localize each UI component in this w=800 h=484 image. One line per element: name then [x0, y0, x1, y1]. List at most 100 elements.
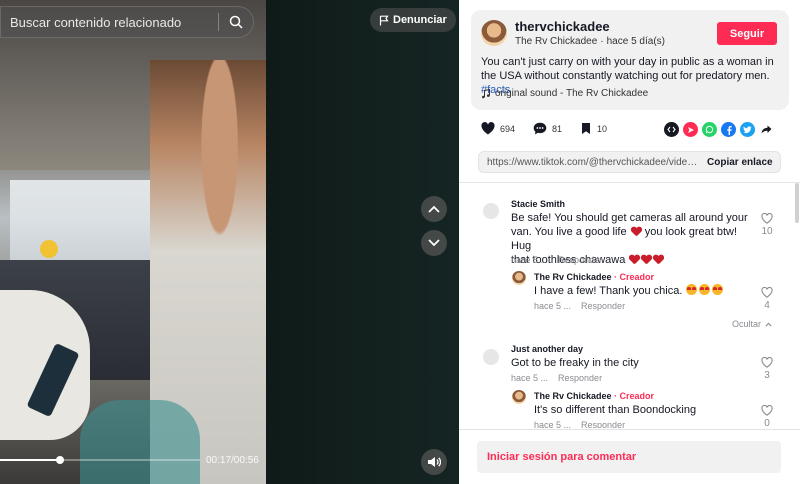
author-handle[interactable]: thervchickadee — [515, 19, 610, 34]
search-bar[interactable]: Buscar contenido relacionado — [0, 6, 254, 38]
video-time: 00:17/00:56 — [206, 455, 259, 466]
report-button[interactable]: Denunciar — [370, 8, 456, 32]
comment-text: Got to be freaky in the city — [511, 356, 751, 370]
comments-scrollbar[interactable] — [795, 183, 799, 223]
volume-button[interactable] — [421, 449, 447, 475]
author-subtitle: The Rv Chickadee · hace 5 día(s) — [515, 36, 665, 47]
reply-avatar[interactable] — [512, 271, 526, 285]
reply-button[interactable]: Responder — [581, 420, 625, 428]
post-date: hace 5 día(s) — [606, 36, 665, 47]
chevron-up-icon — [428, 205, 440, 213]
video-floor-mat — [80, 400, 200, 484]
video-progress-fill — [0, 459, 60, 461]
comment-time: hace 5 ... — [511, 255, 549, 265]
reply-like-count: 4 — [764, 300, 770, 311]
red-heart-emoji — [641, 255, 651, 264]
previous-video-button[interactable] — [421, 196, 447, 222]
search-button[interactable] — [219, 7, 253, 37]
reply-text: It's so different than Boondocking — [534, 403, 754, 417]
red-heart-emoji — [653, 255, 663, 264]
sound-link[interactable]: original sound - The Rv Chickadee — [481, 88, 648, 99]
reply-meta: hace 5 ... Responder — [534, 420, 625, 428]
red-heart-emoji — [631, 227, 641, 236]
video-frame[interactable] — [0, 0, 266, 484]
heart-icon — [481, 122, 495, 135]
follow-button[interactable]: Seguir — [717, 22, 777, 45]
comment-time: hace 5 ... — [511, 373, 549, 383]
like-button[interactable]: 694 — [481, 122, 515, 135]
video-player[interactable]: Buscar contenido relacionado Denunciar 0… — [0, 0, 459, 484]
send-icon[interactable] — [683, 122, 698, 137]
whatsapp-icon[interactable] — [702, 122, 717, 137]
heart-outline-icon — [761, 405, 773, 416]
comment-like-button[interactable]: 3 — [757, 357, 777, 381]
heart-outline-icon — [761, 287, 773, 298]
comment-like-count: 10 — [761, 226, 773, 237]
share-link-box: https://www.tiktok.com/@thervchickadee/v… — [478, 151, 781, 173]
hide-replies-label: Ocultar — [732, 319, 762, 329]
search-input[interactable]: Buscar contenido relacionado — [1, 15, 218, 30]
heart-eyes-emoji — [699, 284, 711, 295]
creator-badge: · Creador — [614, 272, 655, 282]
comment-author[interactable]: Just another day — [511, 344, 583, 354]
reply-like-button[interactable]: 0 — [757, 405, 777, 428]
comment-icon — [533, 122, 547, 135]
comment-like-button[interactable]: 10 — [757, 213, 777, 237]
video-progress-bar[interactable] — [0, 456, 200, 464]
share-row — [664, 122, 774, 137]
music-note-icon — [482, 88, 490, 98]
comment-button[interactable]: 81 — [533, 122, 562, 135]
comment-like-count: 3 — [764, 370, 770, 381]
save-count: 10 — [597, 123, 608, 134]
author-card: thervchickadee The Rv Chickadee · hace 5… — [471, 10, 789, 110]
creator-badge: · Creador — [614, 391, 655, 401]
comment-text-line1: Be safe! You should get cameras all arou… — [511, 212, 748, 224]
reply-time: hace 5 ... — [534, 301, 572, 311]
heart-outline-icon — [761, 213, 773, 224]
author-separator: · — [600, 36, 604, 47]
author-display-name: The Rv Chickadee — [515, 36, 598, 47]
reply-time: hace 5 ... — [534, 420, 572, 428]
comment-text-line1: Got to be freaky in the city — [511, 357, 639, 369]
comment-item: Just another day Got to be freaky in the… — [459, 339, 795, 428]
hide-replies-button[interactable]: Ocultar — [732, 319, 772, 329]
next-video-button[interactable] — [421, 230, 447, 256]
twitter-icon[interactable] — [740, 122, 755, 137]
reply-author[interactable]: The Rv Chickadee · Creador — [534, 272, 654, 282]
facebook-icon[interactable] — [721, 122, 736, 137]
comment-text-line2: van. You live a good life — [511, 226, 627, 238]
comment-list: Stacie Smith Be safe! You should get cam… — [459, 183, 795, 428]
reply-author-name: The Rv Chickadee — [534, 391, 612, 401]
reply-text: I have a few! Thank you chica. — [534, 284, 754, 298]
reply-avatar[interactable] — [512, 390, 526, 404]
flag-icon — [379, 15, 389, 25]
comment-meta: hace 5 ... Responder — [511, 373, 602, 383]
reply-button[interactable]: Responder — [558, 373, 602, 383]
reply-text-content: I have a few! Thank you chica. — [534, 285, 683, 297]
login-to-comment-button[interactable]: Iniciar sesión para comentar — [477, 441, 781, 473]
chevron-up-icon — [765, 321, 772, 327]
comment-author[interactable]: Stacie Smith — [511, 199, 565, 209]
reply-button[interactable]: Responder — [558, 255, 602, 265]
author-avatar[interactable] — [481, 20, 507, 46]
comment-item: Stacie Smith Be safe! You should get cam… — [459, 183, 795, 353]
copy-link-button[interactable]: Copiar enlace — [699, 157, 773, 168]
like-count: 694 — [500, 123, 516, 134]
embed-icon[interactable] — [664, 122, 679, 137]
reply-author[interactable]: The Rv Chickadee · Creador — [534, 391, 654, 401]
comment-avatar[interactable] — [483, 349, 499, 365]
details-panel: thervchickadee The Rv Chickadee · hace 5… — [459, 0, 800, 484]
video-progress-handle[interactable] — [56, 456, 64, 464]
reply-meta: hace 5 ... Responder — [534, 301, 625, 311]
reply-like-button[interactable]: 4 — [757, 287, 777, 311]
chevron-down-icon — [428, 239, 440, 247]
volume-icon — [428, 457, 441, 467]
caption-text: You can't just carry on with your day in… — [481, 56, 774, 82]
share-url[interactable]: https://www.tiktok.com/@thervchickadee/v… — [479, 157, 699, 168]
reply-like-count: 0 — [764, 418, 770, 428]
save-button[interactable]: 10 — [580, 122, 607, 135]
reply-button[interactable]: Responder — [581, 301, 625, 311]
share-arrow-icon[interactable] — [759, 122, 774, 137]
comment-avatar[interactable] — [483, 203, 499, 219]
heart-eyes-emoji — [686, 284, 698, 295]
